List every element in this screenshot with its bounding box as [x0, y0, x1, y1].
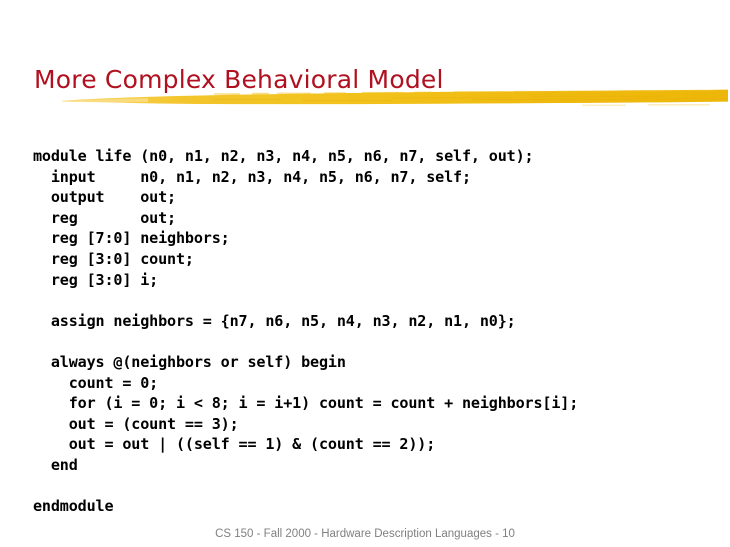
slide: More Complex Behavioral Model module lif… [0, 0, 730, 547]
code-line: count = 0; [33, 373, 159, 392]
code-line: endmodule [33, 497, 114, 516]
brush-left-tail [62, 98, 148, 103]
code-line: end [33, 456, 78, 474]
code-line: reg [3:0] i; [33, 270, 159, 289]
code-line: reg out; [33, 208, 176, 227]
code-line: module life (n0, n1, n2, n3, n4, n5, n6,… [33, 147, 534, 166]
page-title: More Complex Behavioral Model [34, 64, 444, 94]
code-lines: module life (n0, n1, n2, n3, n4, n5, n6,… [33, 146, 578, 517]
code-line: reg [7:0] neighbors; [33, 229, 230, 248]
verilog-code-block: module life (n0, n1, n2, n3, n4, n5, n6,… [33, 146, 578, 517]
code-line: assign neighbors = {n7, n6, n5, n4, n3, … [33, 311, 516, 330]
code-line: for (i = 0; i < 8; i = i+1) count = coun… [33, 394, 579, 413]
brush-grain [212, 95, 727, 101]
code-line: reg [3:0] count; [33, 250, 194, 269]
code-line: output out; [33, 188, 176, 207]
slide-footer: CS 150 - Fall 2000 - Hardware Descriptio… [215, 528, 515, 540]
code-line: out = (count == 3); [33, 414, 239, 433]
brush-flecks [582, 104, 710, 106]
code-line: input n0, n1, n2, n3, n4, n5, n6, n7, se… [33, 167, 471, 186]
code-line: always @(neighbors or self) begin [33, 353, 346, 372]
code-line: out = out | ((self == 1) & (count == 2))… [33, 435, 436, 454]
